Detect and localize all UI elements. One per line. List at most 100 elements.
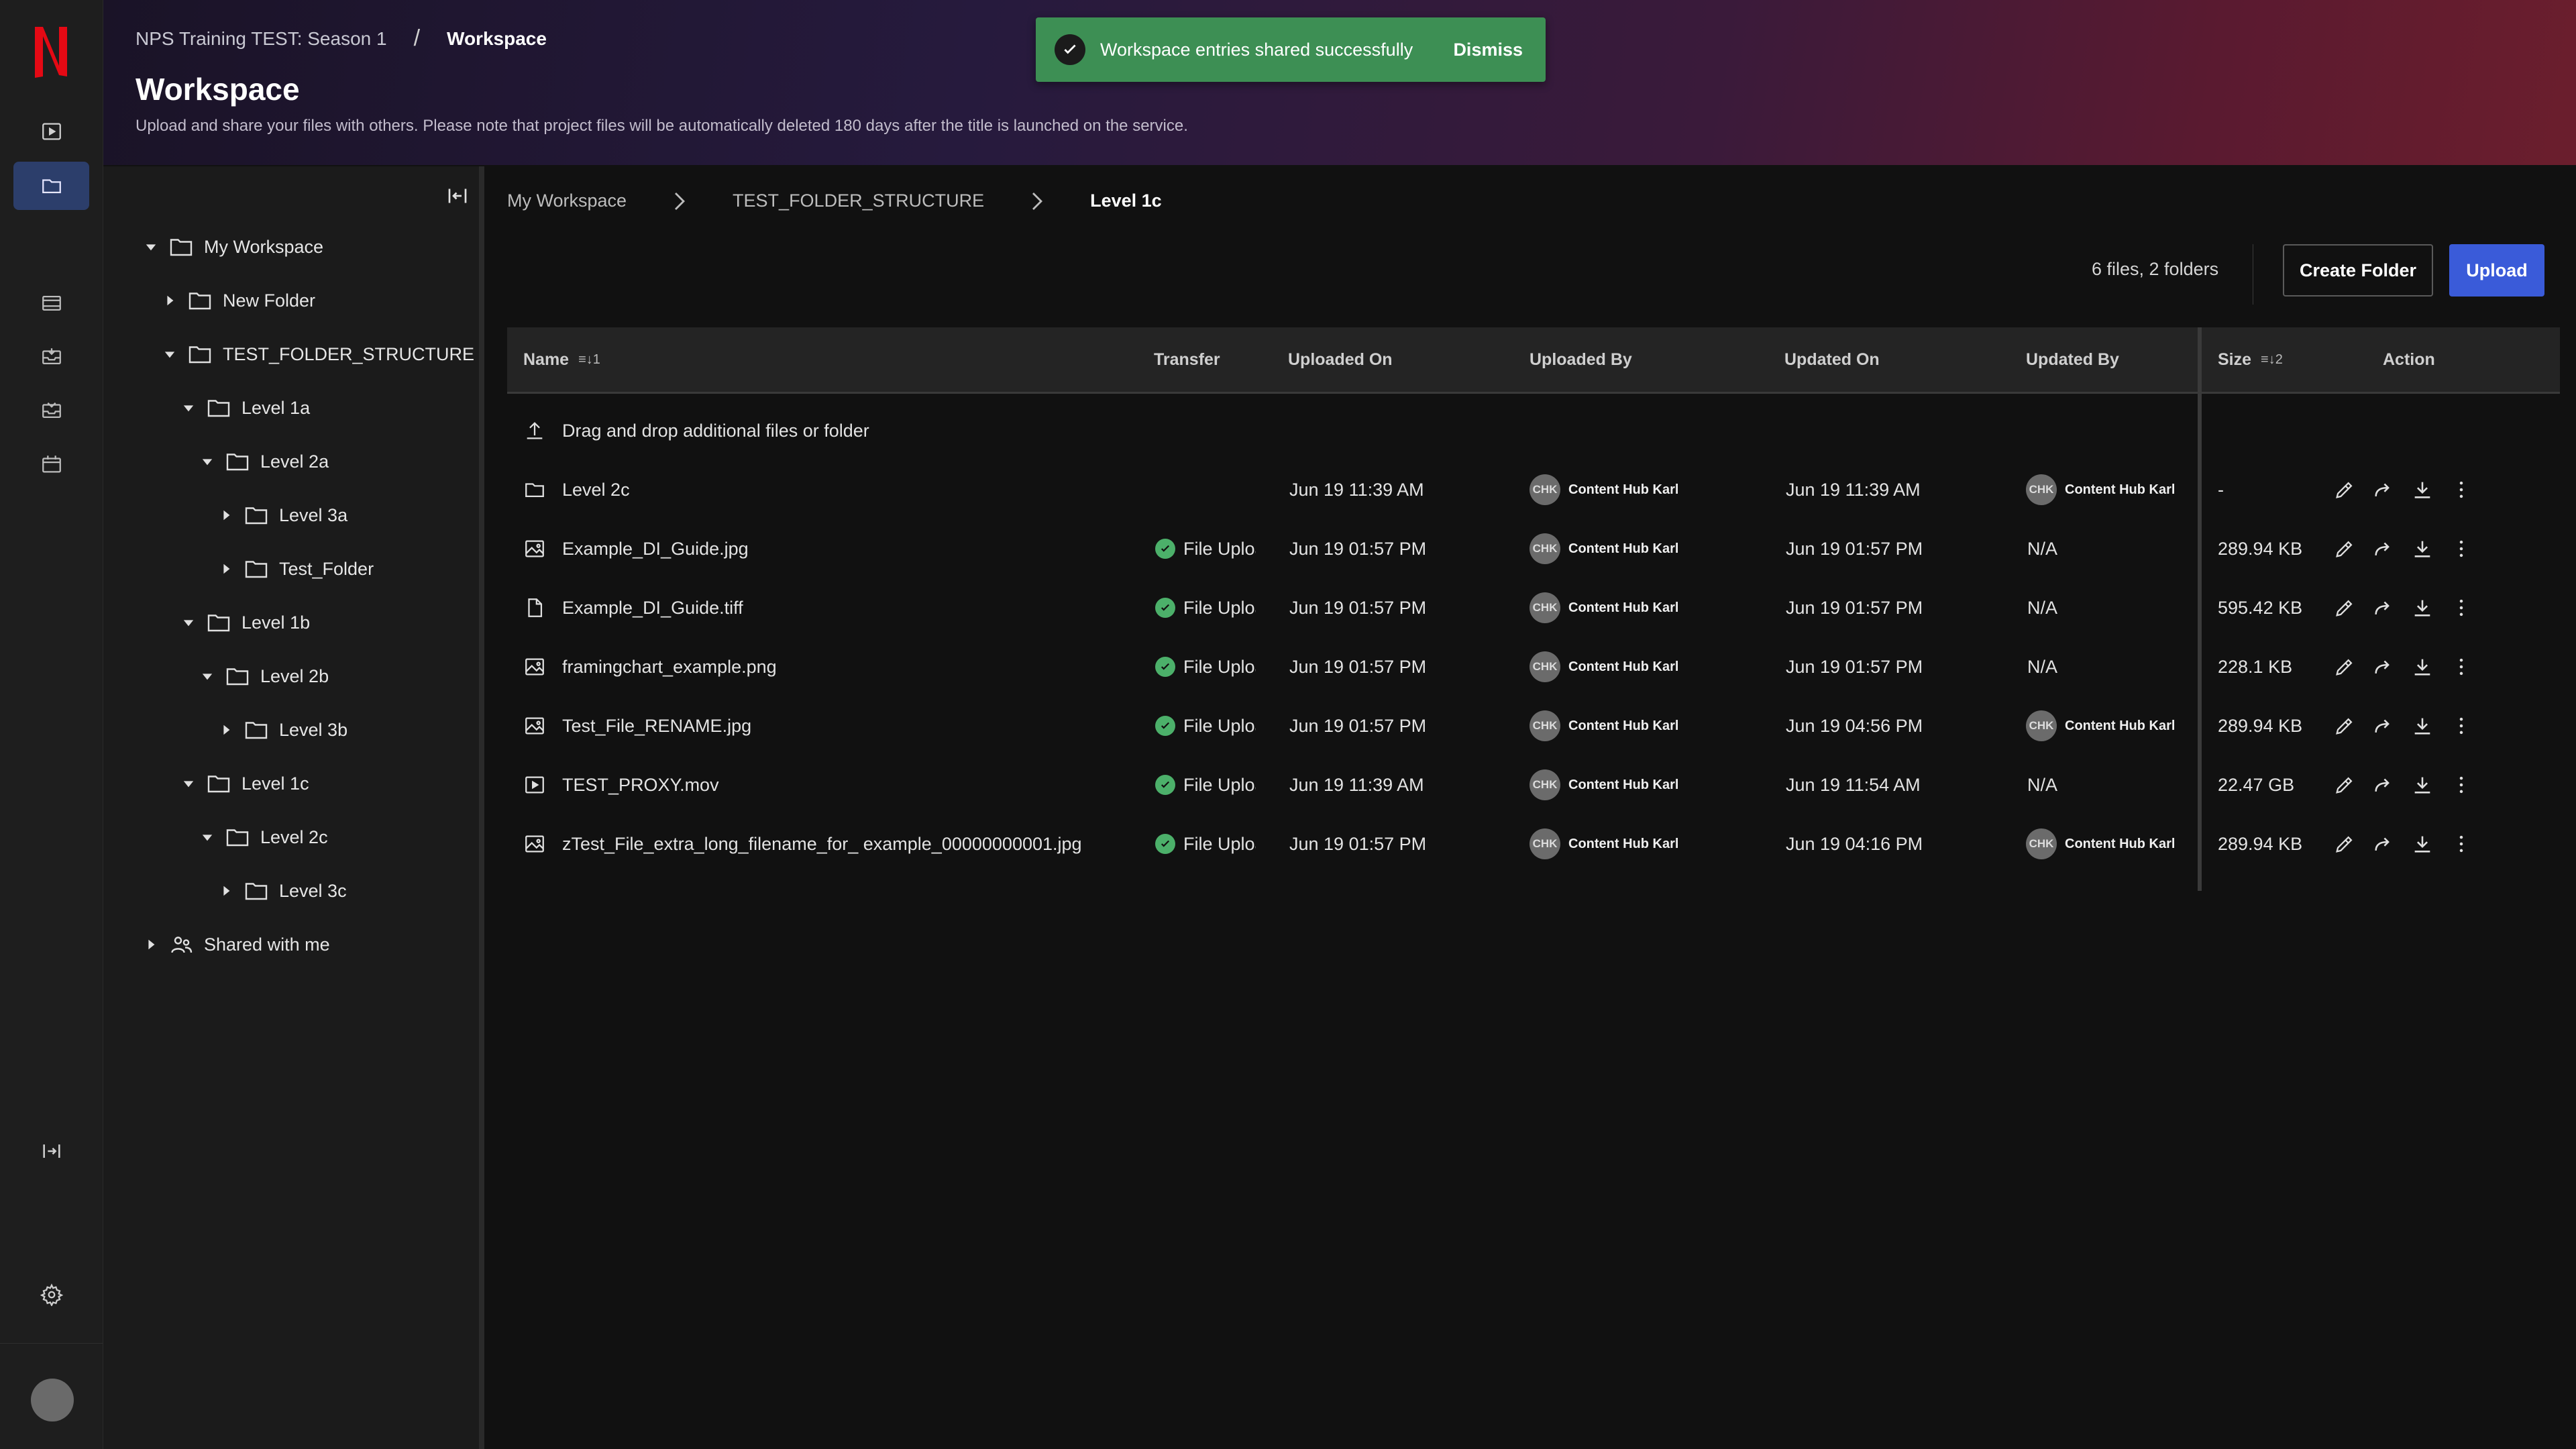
avatar[interactable]	[31, 1379, 74, 1421]
share-icon[interactable]	[2372, 478, 2395, 501]
breadcrumb-project[interactable]: NPS Training TEST: Season 1	[136, 28, 387, 50]
rail-expand-button[interactable]	[13, 1127, 89, 1175]
table-row[interactable]: Level 2c Jun 19 11:39 AM CHK Content Hub …	[507, 460, 2198, 519]
table-row[interactable]: Example_DI_Guide.tiff File Uploa Jun 19 …	[507, 578, 2198, 637]
caret-right-icon[interactable]	[144, 937, 158, 952]
download-icon[interactable]	[2411, 596, 2434, 619]
more-icon[interactable]	[2450, 655, 2473, 678]
header-size[interactable]: Size ≡↓2	[2218, 327, 2283, 392]
caret-down-icon[interactable]	[162, 347, 177, 362]
netflix-logo[interactable]	[34, 25, 68, 78]
edit-icon[interactable]	[2333, 478, 2356, 501]
header-uploaded-by[interactable]: Uploaded By	[1529, 327, 1632, 392]
edit-icon[interactable]	[2333, 596, 2356, 619]
table-row[interactable]: zTest_File_extra_long_filename_for_ exam…	[507, 814, 2198, 873]
caret-right-icon[interactable]	[219, 508, 233, 523]
file-name[interactable]: framingchart_example.png	[562, 657, 777, 678]
more-icon[interactable]	[2450, 773, 2473, 796]
tree-item-test-folder[interactable]: Test_Folder	[219, 549, 374, 589]
rail-schedule-button[interactable]	[13, 440, 89, 488]
header-uploaded-on[interactable]: Uploaded On	[1288, 327, 1393, 392]
share-icon[interactable]	[2372, 537, 2395, 560]
share-icon[interactable]	[2372, 596, 2395, 619]
breadcrumb-my-workspace[interactable]: My Workspace	[507, 191, 627, 211]
tree-item-new-folder[interactable]: New Folder	[162, 280, 315, 321]
edit-icon[interactable]	[2333, 537, 2356, 560]
create-folder-button[interactable]: Create Folder	[2283, 244, 2433, 297]
dismiss-button[interactable]: Dismiss	[1453, 40, 1523, 60]
tree-item-level-2b[interactable]: Level 2b	[200, 656, 329, 696]
caret-right-icon[interactable]	[219, 722, 233, 737]
tree-item-level-1b[interactable]: Level 1b	[181, 602, 310, 643]
tree-item-test-folder-structure[interactable]: TEST_FOLDER_STRUCTURE	[162, 334, 474, 374]
tree-item-level-2a[interactable]: Level 2a	[200, 441, 329, 482]
file-name[interactable]: Example_DI_Guide.tiff	[562, 598, 743, 619]
caret-right-icon[interactable]	[219, 883, 233, 898]
rail-media-button[interactable]	[13, 279, 89, 327]
download-icon[interactable]	[2411, 537, 2434, 560]
header-updated-by[interactable]: Updated By	[2026, 327, 2119, 392]
header-transfer[interactable]: Transfer	[1154, 327, 1220, 392]
more-icon[interactable]	[2450, 714, 2473, 737]
caret-down-icon[interactable]	[181, 400, 196, 415]
edit-icon[interactable]	[2333, 714, 2356, 737]
caret-down-icon[interactable]	[200, 454, 215, 469]
share-icon[interactable]	[2372, 833, 2395, 855]
download-icon[interactable]	[2411, 833, 2434, 855]
tree-item-level-3c[interactable]: Level 3c	[219, 871, 347, 911]
table-row[interactable]: Test_File_RENAME.jpg File Uploa Jun 19 0…	[507, 696, 2198, 755]
tree-item-level-3b[interactable]: Level 3b	[219, 710, 347, 750]
collapse-tree-button[interactable]	[443, 181, 472, 211]
edit-icon[interactable]	[2333, 773, 2356, 796]
caret-right-icon[interactable]	[219, 561, 233, 576]
table-row[interactable]: Example_DI_Guide.jpg File Uploa Jun 19 0…	[507, 519, 2198, 578]
file-name[interactable]: TEST_PROXY.mov	[562, 775, 719, 796]
download-icon[interactable]	[2411, 773, 2434, 796]
rail-deliveries-button[interactable]	[13, 386, 89, 435]
rail-titles-button[interactable]	[13, 107, 89, 156]
file-name[interactable]: Test_File_RENAME.jpg	[562, 716, 751, 737]
edit-icon[interactable]	[2333, 655, 2356, 678]
caret-down-icon[interactable]	[144, 239, 158, 254]
share-icon[interactable]	[2372, 773, 2395, 796]
uploaded-by: CHK Content Hub Karl	[1529, 637, 1678, 696]
file-name[interactable]: Example_DI_Guide.jpg	[562, 539, 749, 559]
table-row[interactable]: framingchart_example.png File Uploa Jun …	[507, 637, 2198, 696]
more-icon[interactable]	[2450, 596, 2473, 619]
caret-right-icon[interactable]	[162, 293, 177, 308]
edit-icon[interactable]	[2333, 833, 2356, 855]
sort-icon[interactable]: ≡↓1	[578, 352, 600, 368]
caret-down-icon[interactable]	[181, 615, 196, 630]
more-icon[interactable]	[2450, 833, 2473, 855]
panel-splitter[interactable]	[479, 166, 484, 1449]
share-icon[interactable]	[2372, 655, 2395, 678]
tree-item-level-1a[interactable]: Level 1a	[181, 388, 310, 428]
more-icon[interactable]	[2450, 537, 2473, 560]
more-icon[interactable]	[2450, 478, 2473, 501]
share-icon[interactable]	[2372, 714, 2395, 737]
rail-inbox-button[interactable]	[13, 333, 89, 381]
tree-item-my-workspace[interactable]: My Workspace	[144, 227, 323, 267]
tree-item-level-3a[interactable]: Level 3a	[219, 495, 347, 535]
download-icon[interactable]	[2411, 478, 2434, 501]
caret-down-icon[interactable]	[200, 830, 215, 845]
header-updated-on[interactable]: Updated On	[1784, 327, 1880, 392]
tree-item-shared-with-me[interactable]: Shared with me	[144, 924, 330, 965]
caret-down-icon[interactable]	[181, 776, 196, 791]
tree-item-level-1c[interactable]: Level 1c	[181, 763, 309, 804]
table-header: Name ≡↓1 Transfer Uploaded On Uploaded B…	[507, 327, 2560, 394]
file-name[interactable]: zTest_File_extra_long_filename_for_ exam…	[562, 834, 1082, 855]
tree-item-level-2c[interactable]: Level 2c	[200, 817, 328, 857]
file-name[interactable]: Level 2c	[562, 480, 630, 500]
header-name[interactable]: Name ≡↓1	[523, 327, 600, 392]
sort-icon[interactable]: ≡↓2	[2261, 352, 2283, 368]
download-icon[interactable]	[2411, 655, 2434, 678]
rail-settings-button[interactable]	[13, 1271, 89, 1319]
upload-button[interactable]: Upload	[2449, 244, 2544, 297]
caret-down-icon[interactable]	[200, 669, 215, 684]
dropzone-row[interactable]: Drag and drop additional files or folder	[507, 401, 2198, 460]
download-icon[interactable]	[2411, 714, 2434, 737]
table-row[interactable]: TEST_PROXY.mov File Uploa Jun 19 11:39 A…	[507, 755, 2198, 814]
breadcrumb-test-folder-structure[interactable]: TEST_FOLDER_STRUCTURE	[733, 191, 984, 211]
rail-workspace-button[interactable]	[13, 162, 89, 210]
